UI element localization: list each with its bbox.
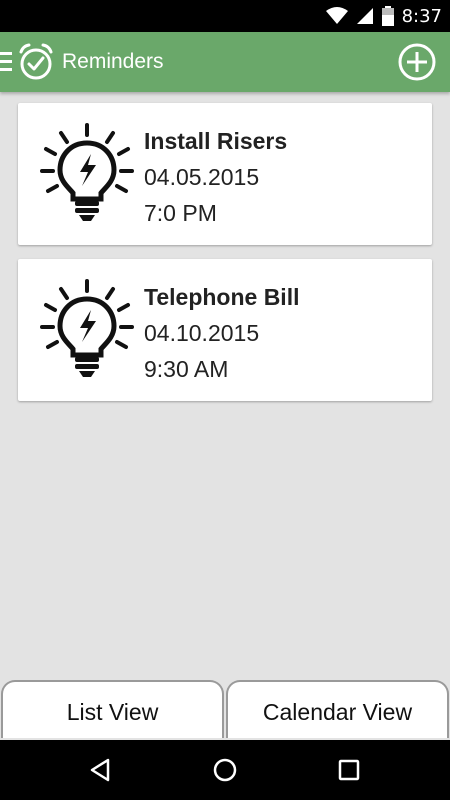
battery-icon: [381, 6, 394, 26]
status-bar: 8:37: [0, 0, 450, 32]
status-icons: 8:37: [325, 0, 442, 32]
tab-calendar-view[interactable]: Calendar View: [226, 680, 449, 738]
reminder-title: Telephone Bill: [144, 284, 300, 310]
reminder-list: Install Risers 04.05.2015 7:0 PM Telepho…: [18, 103, 432, 415]
tab-list-view[interactable]: List View: [1, 680, 224, 738]
signal-icon: [356, 8, 373, 24]
reminder-text: Install Risers 04.05.2015 7:0 PM: [144, 123, 287, 231]
recents-icon[interactable]: [334, 755, 364, 785]
reminder-text: Telephone Bill 04.10.2015 9:30 AM: [144, 279, 299, 387]
status-time: 8:37: [401, 5, 442, 27]
reminder-title: Install Risers: [144, 128, 288, 154]
reminders-screen: 8:37 Reminders Install Risers 04.05.2015…: [0, 0, 450, 800]
add-reminder-button[interactable]: [398, 43, 436, 81]
reminder-date: 04.10.2015: [144, 320, 260, 346]
app-title: Reminders: [62, 50, 164, 73]
menu-icon[interactable]: [0, 51, 14, 73]
reminder-card[interactable]: Install Risers 04.05.2015 7:0 PM: [18, 103, 432, 245]
reminder-time: 7:0 PM: [144, 200, 217, 226]
back-icon[interactable]: [86, 755, 116, 785]
navigation-bar: [0, 740, 450, 800]
wifi-icon: [325, 7, 348, 24]
reminder-time: 9:30 AM: [144, 356, 229, 382]
view-tabs: List View Calendar View: [0, 680, 450, 740]
reminder-card[interactable]: Telephone Bill 04.10.2015 9:30 AM: [18, 259, 432, 401]
lightbulb-icon: [40, 279, 134, 377]
alarm-clock-icon: [19, 43, 53, 80]
lightbulb-icon: [40, 123, 134, 221]
reminder-date: 04.05.2015: [144, 164, 260, 190]
home-icon[interactable]: [210, 755, 240, 785]
app-bar: Reminders: [0, 32, 450, 92]
